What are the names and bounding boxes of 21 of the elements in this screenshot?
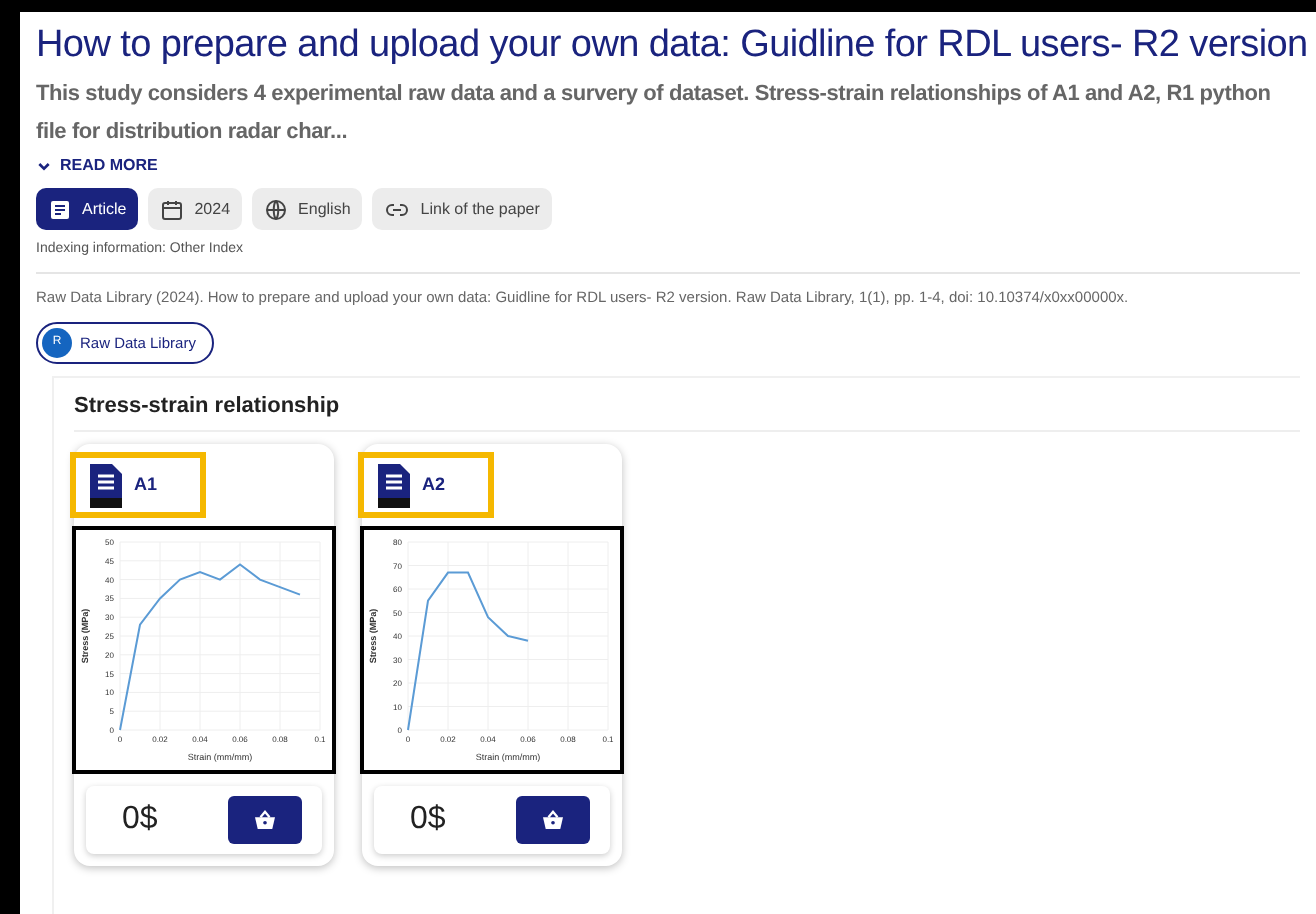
price: 0$ xyxy=(410,800,446,841)
chevron-down-icon xyxy=(36,158,52,174)
file-name: A1 xyxy=(134,472,158,498)
calendar-icon xyxy=(160,197,185,221)
file-name: A2 xyxy=(422,472,446,498)
link-chip[interactable]: Link of the paper xyxy=(372,188,552,230)
description: This study considers 4 experimental raw data and a survery of dataset. Stress-strain relationships of A1 and A2, R1 python file for distribution radar char... xyxy=(36,80,1273,148)
basket-icon xyxy=(254,810,276,831)
language-chip[interactable]: English xyxy=(252,188,363,230)
read-more-link[interactable]: READ MORE xyxy=(36,154,158,178)
add-to-basket-button[interactable] xyxy=(228,796,302,845)
spreadsheet-file-icon xyxy=(378,463,410,508)
basket-icon xyxy=(542,810,564,831)
section-title: Stress-strain relationship xyxy=(74,389,1300,433)
year-chip[interactable]: 2024 xyxy=(148,188,243,230)
price: 0$ xyxy=(122,800,158,841)
add-to-basket-button[interactable] xyxy=(516,796,590,845)
document-icon xyxy=(48,197,72,221)
spreadsheet-file-icon xyxy=(90,463,122,508)
globe-icon xyxy=(264,197,289,221)
type-chip[interactable]: Article xyxy=(36,188,139,230)
